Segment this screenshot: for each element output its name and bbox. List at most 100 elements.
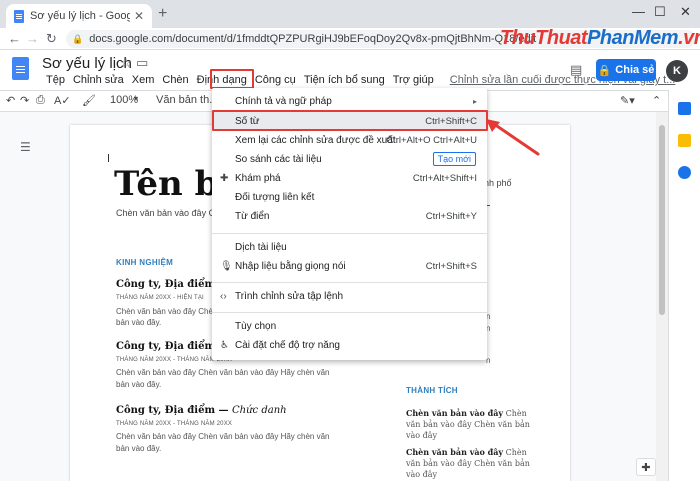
menu-item-shortcut: Ctrl+Alt+O Ctrl+Alt+U: [386, 134, 477, 146]
job1-line1: Chèn văn bản vào đây Chèn: [116, 307, 218, 316]
close-tab-icon[interactable]: ✕: [134, 9, 144, 23]
menu-item-shortcut: Ctrl+Shift+S: [425, 260, 477, 272]
pointer-arrow-icon: [486, 119, 540, 156]
job3-title: Chức danh: [232, 405, 287, 416]
menu-item-label: Khám phá: [235, 172, 281, 184]
menu-help[interactable]: Trợ giúp: [389, 74, 438, 86]
menu-file[interactable]: Tệp: [42, 74, 69, 86]
menu-item-label: Xem lại các chỉnh sửa được đề xuất: [235, 134, 396, 146]
menu-item-compare-docs[interactable]: So sánh các tài liệu Tạo mới: [212, 150, 487, 168]
scrollbar-thumb[interactable]: [659, 125, 665, 315]
achievement1-line2: văn bản vào đây Chèn văn bản: [406, 420, 530, 429]
menu-item-shortcut: Ctrl+Alt+Shift+I: [412, 172, 477, 184]
paint-format-icon[interactable]: 🖌: [82, 94, 96, 107]
watermark-part3: .vn: [678, 27, 700, 49]
section-achievements: THÀNH TÍCH: [406, 386, 458, 395]
minimize-icon[interactable]: —: [632, 4, 645, 19]
style-select[interactable]: Văn bản th...: [156, 94, 218, 106]
menu-tools[interactable]: Công cụ: [251, 74, 300, 86]
section-experience: KINH NGHIỆM: [116, 258, 174, 267]
calendar-icon[interactable]: [678, 102, 691, 115]
job3-date: THÁNG NĂM 20XX - THÁNG NĂM 20XX: [116, 421, 233, 427]
new-badge: Tạo mới: [432, 152, 476, 166]
achievement2-line3: vào đây: [406, 470, 438, 479]
reload-icon[interactable]: ↻: [46, 31, 57, 47]
document-title[interactable]: Sơ yếu lý lịch: [42, 55, 132, 72]
explore-icon: ✚: [220, 172, 229, 184]
browser-tab[interactable]: Sơ yếu lý lịch - Google Tài liệu ✕: [6, 4, 152, 28]
new-tab-icon[interactable]: +: [158, 6, 167, 22]
tab-title: Sơ yếu lý lịch - Google Tài liệu: [30, 10, 130, 22]
star-icon[interactable]: ☆: [120, 55, 132, 71]
menu-item-preferences[interactable]: Tùy chọn: [212, 317, 487, 335]
forward-icon[interactable]: →: [26, 31, 39, 46]
share-button[interactable]: 🔒 Chia sẻ: [596, 59, 656, 81]
menu-item-label: Đối tượng liên kết: [235, 191, 315, 203]
achievement2-bold: Chèn văn bản vào đây: [406, 447, 504, 457]
menu-separator: [212, 233, 487, 234]
tasks-icon[interactable]: [678, 166, 691, 179]
close-window-icon[interactable]: ✕: [680, 4, 691, 20]
keep-icon[interactable]: [678, 134, 691, 147]
menu-item-label: Trình chỉnh sửa tập lệnh: [235, 290, 344, 302]
document-outline-icon[interactable]: ☰: [20, 140, 31, 154]
achievement2-rest: Chèn: [503, 448, 527, 457]
menu-insert[interactable]: Chèn: [158, 74, 192, 86]
undo-icon[interactable]: ↶: [6, 94, 15, 107]
back-icon[interactable]: ←: [8, 31, 21, 46]
achievement1-line3: vào đây: [406, 431, 438, 440]
collapse-toolbar-icon[interactable]: ⌃: [652, 94, 661, 107]
menu-separator: [212, 282, 487, 283]
tools-menu-highlight: [210, 69, 254, 89]
url-text: docs.google.com/document/d/1fmddtQPZPURg…: [89, 33, 537, 45]
move-folder-icon[interactable]: ▭: [136, 55, 148, 71]
job3-company: Công ty, Địa điểm — Chức danh: [116, 405, 287, 416]
menu-bar: Tệp Chỉnh sửa Xem Chèn Định dạng Công cụ…: [42, 72, 679, 88]
menu-item-voice-typing[interactable]: 🎙 Nhập liệu bằng giọng nói Ctrl+Shift+S: [212, 257, 487, 275]
menu-edit[interactable]: Chỉnh sửa: [69, 74, 128, 86]
achievement1-line1: Chèn văn bản vào đây Chèn: [406, 408, 527, 418]
share-label: Chia sẻ: [615, 64, 655, 76]
docs-logo-icon[interactable]: [12, 57, 29, 80]
text-cursor: [108, 154, 109, 162]
menu-item-label: Cài đặt chế độ trợ năng: [235, 339, 340, 351]
menu-item-explore[interactable]: ✚ Khám phá Ctrl+Alt+Shift+I: [212, 169, 487, 187]
zoom-dropdown-icon[interactable]: ▾: [134, 94, 138, 103]
menu-item-label: Nhập liệu bằng giọng nói: [235, 260, 346, 272]
menu-item-label: Dịch tài liệu: [235, 241, 287, 253]
menu-item-label: Chính tả và ngữ pháp: [235, 95, 332, 107]
menu-item-linked-objects[interactable]: Đối tượng liên kết: [212, 188, 487, 206]
menu-item-dictionary[interactable]: Từ điển Ctrl+Shift+Y: [212, 207, 487, 225]
explore-float-icon[interactable]: ✚: [636, 458, 656, 476]
maximize-icon[interactable]: ☐: [654, 4, 666, 20]
docs-favicon-icon: [14, 9, 24, 23]
spellcheck-icon[interactable]: A✓: [54, 94, 71, 107]
achievement1-rest: Chèn: [503, 409, 527, 418]
watermark-logo: ThuThuatPhanMem.vn: [500, 27, 700, 50]
redo-icon[interactable]: ↷: [20, 94, 29, 107]
menu-addons[interactable]: Tiện ích bổ sung: [300, 74, 389, 86]
menu-item-script-editor[interactable]: ‹› Trình chỉnh sửa tập lệnh: [212, 287, 487, 305]
job1-line2: bản vào đây.: [116, 318, 162, 327]
code-icon: ‹›: [220, 290, 227, 302]
menu-item-translate[interactable]: Dịch tài liệu: [212, 238, 487, 256]
print-icon[interactable]: ⎙: [36, 94, 45, 107]
word-count-highlight: [212, 110, 488, 131]
job3-line2: bản vào đây.: [116, 444, 162, 453]
comments-icon[interactable]: ▤: [570, 62, 582, 78]
menu-item-review-edits[interactable]: Xem lại các chỉnh sửa được đề xuất Ctrl+…: [212, 131, 487, 149]
menu-item-spelling[interactable]: Chính tả và ngữ pháp ▸: [212, 92, 487, 110]
lock-share-icon: 🔒: [597, 64, 612, 77]
menu-item-accessibility[interactable]: ♿ Cài đặt chế độ trợ năng: [212, 336, 487, 354]
achievement2-line2: văn bản vào đây Chèn văn bản: [406, 459, 530, 468]
avatar[interactable]: K: [666, 60, 688, 82]
pen-mode-icon[interactable]: ✎▾: [620, 94, 635, 107]
job1-date: THÁNG NĂM 20XX - HIỆN TẠI: [116, 295, 204, 301]
lock-icon: 🔒: [72, 33, 84, 44]
microphone-icon: 🎙: [220, 260, 233, 272]
menu-view[interactable]: Xem: [128, 74, 159, 86]
right-fragment: nh phố: [484, 178, 512, 188]
side-panel: [668, 90, 700, 481]
achievement1-bold: Chèn văn bản vào đây: [406, 408, 504, 418]
achievement2-line1: Chèn văn bản vào đây Chèn: [406, 447, 527, 457]
